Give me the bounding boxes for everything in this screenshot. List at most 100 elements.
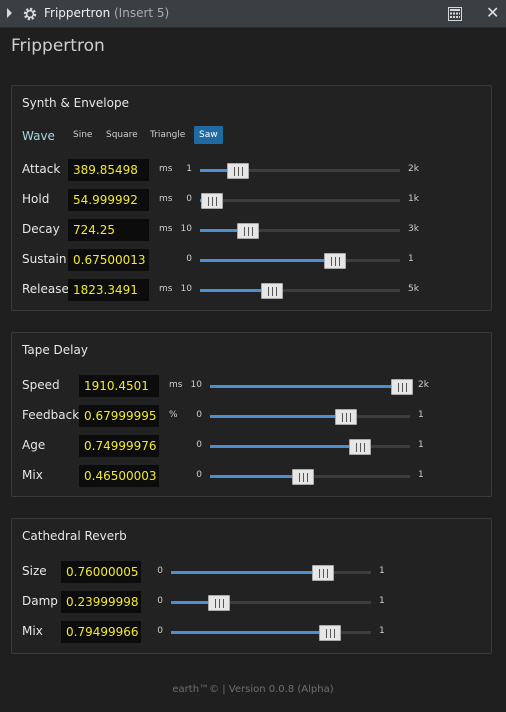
wave-option-triangle[interactable]: Triangle — [145, 126, 190, 144]
reverb-size-slider-thumb[interactable] — [312, 565, 334, 581]
thumb-grip-line — [323, 569, 324, 578]
reverb-mix-slider-track[interactable] — [171, 631, 371, 634]
reverb-size-slider-track[interactable] — [171, 571, 371, 574]
thumb-grip-line — [244, 227, 245, 236]
delay-speed-slider-track[interactable] — [210, 385, 410, 388]
thumb-grip-line — [215, 599, 216, 608]
delay-mix-value-field[interactable]: 0.46500003 — [79, 465, 159, 487]
reverb-size-value-field[interactable]: 0.76000005 — [61, 561, 141, 583]
synth-attack-min: 1 — [186, 164, 192, 174]
thumb-grip-line — [219, 599, 220, 608]
thumb-grip-line — [303, 473, 304, 482]
gear-icon[interactable] — [22, 6, 38, 22]
synth-hold-slider-thumb[interactable] — [201, 193, 223, 209]
thumb-grip-line — [307, 473, 308, 482]
delay-age-value-field[interactable]: 0.74999976 — [79, 435, 159, 457]
synth-hold-slider-track[interactable] — [200, 199, 400, 202]
synth-release-slider-thumb[interactable] — [261, 283, 283, 299]
delay-feedback-max: 1 — [418, 410, 424, 420]
reverb-mix-value-field[interactable]: 0.79499966 — [61, 621, 141, 643]
thumb-grip-line — [331, 257, 332, 266]
thumb-grip-line — [339, 257, 340, 266]
thumb-grip-line — [299, 473, 300, 482]
synth-attack-slider-thumb[interactable] — [227, 163, 249, 179]
reverb-size-max: 1 — [379, 566, 385, 576]
thumb-grip-line — [248, 227, 249, 236]
thumb-grip-line — [330, 629, 331, 638]
delay-feedback-value-field[interactable]: 0.67999995 — [79, 405, 159, 427]
delay-mix-min: 0 — [196, 470, 202, 480]
synth-sustain-slider-fill — [200, 259, 335, 262]
reverb-damp-min: 0 — [157, 596, 163, 606]
thumb-grip-line — [319, 569, 320, 578]
synth-release-label: Release — [22, 282, 69, 296]
synth-decay-min: 10 — [180, 224, 192, 234]
synth-attack-label: Attack — [22, 162, 61, 176]
reverb-damp-value-field[interactable]: 0.23999998 — [61, 591, 141, 613]
thumb-grip-line — [342, 413, 343, 422]
reverb-damp-slider-track[interactable] — [171, 601, 371, 604]
delay-feedback-slider-thumb[interactable] — [335, 409, 357, 425]
delay-age-label: Age — [22, 438, 46, 452]
synth-release-unit: ms — [159, 284, 173, 294]
delay-mix-slider-thumb[interactable] — [292, 469, 314, 485]
delay-feedback-unit: % — [169, 410, 178, 420]
wave-option-saw[interactable]: Saw — [194, 126, 223, 144]
close-icon[interactable]: ✕ — [486, 3, 499, 23]
synth-release-value-field[interactable]: 1823.3491 — [68, 279, 149, 301]
window-title-insert: (Insert 5) — [114, 6, 170, 20]
delay-feedback-slider-track[interactable] — [210, 415, 410, 418]
wave-option-square[interactable]: Square — [101, 126, 143, 144]
thumb-grip-line — [208, 197, 209, 206]
synth-decay-value-field[interactable]: 724.25 — [68, 219, 149, 241]
thumb-grip-line — [242, 167, 243, 176]
tape-delay-title: Tape Delay — [22, 343, 88, 357]
reverb-mix-label: Mix — [22, 624, 43, 638]
synth-sustain-slider-thumb[interactable] — [324, 253, 346, 269]
delay-speed-slider-thumb[interactable] — [391, 379, 413, 395]
delay-mix-slider-fill — [210, 475, 303, 478]
synth-attack-max: 2k — [408, 164, 419, 174]
synth-attack-unit: ms — [159, 164, 173, 174]
synth-decay-unit: ms — [159, 224, 173, 234]
thumb-grip-line — [326, 629, 327, 638]
reverb-damp-max: 1 — [379, 596, 385, 606]
window-titlebar[interactable]: Frippertron (Insert 5) ✕ — [0, 0, 506, 28]
synth-hold-min: 0 — [186, 194, 192, 204]
delay-speed-label: Speed — [22, 378, 60, 392]
wave-option-sine[interactable]: Sine — [68, 126, 97, 144]
synth-hold-max: 1k — [408, 194, 419, 204]
reverb-mix-slider-thumb[interactable] — [319, 625, 341, 641]
synth-hold-unit: ms — [159, 194, 173, 204]
delay-speed-slider-fill — [210, 385, 402, 388]
delay-speed-max: 2k — [418, 380, 429, 390]
collapse-arrow-icon[interactable] — [7, 8, 12, 18]
synth-attack-value-field[interactable]: 389.85498 — [68, 159, 149, 181]
delay-speed-unit: ms — [169, 380, 183, 390]
delay-speed-value-field[interactable]: 1910.4501 — [79, 375, 159, 397]
reverb-mix-max: 1 — [379, 626, 385, 636]
synth-hold-value-field[interactable]: 54.999992 — [68, 189, 149, 211]
delay-age-slider-thumb[interactable] — [349, 439, 371, 455]
reverb-damp-slider-thumb[interactable] — [208, 595, 230, 611]
synth-decay-slider-track[interactable] — [200, 229, 400, 232]
window-title: Frippertron (Insert 5) — [44, 6, 169, 20]
reverb-mix-slider-fill — [171, 631, 330, 634]
thumb-grip-line — [234, 167, 235, 176]
synth-release-slider-track[interactable] — [200, 289, 400, 292]
plugin-title: Frippertron — [11, 36, 105, 56]
synth-sustain-value-field[interactable]: 0.67500013 — [68, 249, 149, 271]
keyboard-grid-icon[interactable] — [448, 7, 462, 21]
synth-release-max: 5k — [408, 284, 419, 294]
delay-mix-label: Mix — [22, 468, 43, 482]
synth-decay-max: 3k — [408, 224, 419, 234]
delay-age-slider-track[interactable] — [210, 445, 410, 448]
synth-release-min: 10 — [180, 284, 192, 294]
thumb-grip-line — [212, 197, 213, 206]
thumb-grip-line — [327, 569, 328, 578]
synth-decay-slider-thumb[interactable] — [237, 223, 259, 239]
synth-sustain-max: 1 — [408, 254, 414, 264]
thumb-grip-line — [238, 167, 239, 176]
delay-speed-min: 10 — [190, 380, 202, 390]
synth-sustain-slider-track[interactable] — [200, 259, 400, 262]
